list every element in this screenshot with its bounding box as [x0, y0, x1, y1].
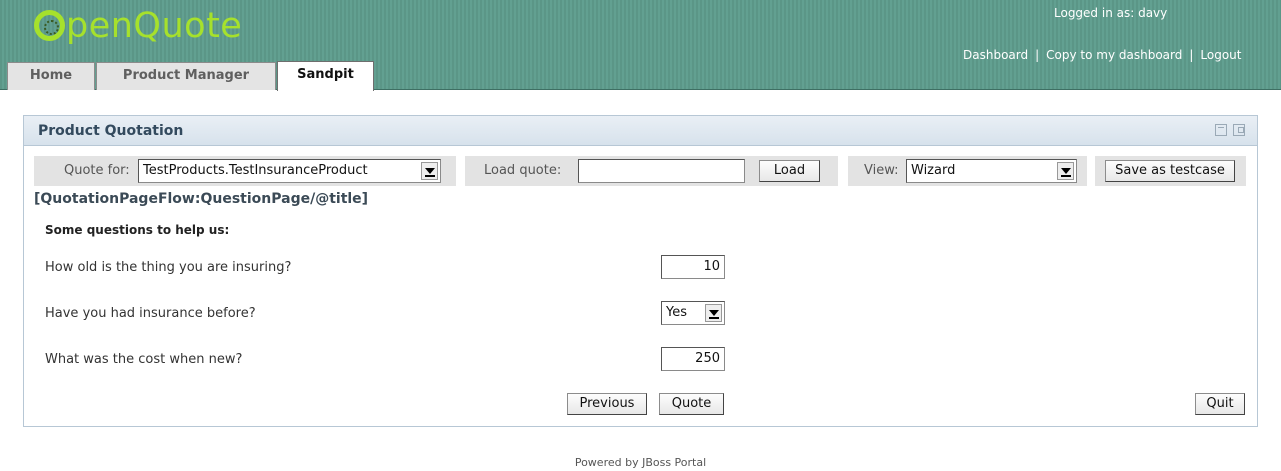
prior-insurance-select[interactable]: Yes: [661, 301, 725, 325]
logged-in-user: Logged in as: davy: [1054, 6, 1168, 20]
save-testcase-section: Save as testcase: [1095, 156, 1246, 186]
product-quotation-portlet: Product Quotation Quote for: TestProduct…: [23, 115, 1258, 427]
openquote-logo: penQuote: [34, 6, 242, 46]
view-select[interactable]: Wizard: [906, 159, 1077, 183]
portlet-title-bar: Product Quotation: [24, 116, 1257, 146]
link-separator: |: [1035, 48, 1040, 62]
previous-button[interactable]: Previous: [567, 393, 647, 415]
minimize-icon[interactable]: [1215, 124, 1227, 136]
cost-new-input[interactable]: 250: [661, 347, 725, 371]
portlet-title: Product Quotation: [38, 123, 184, 139]
tab-sandpit[interactable]: Sandpit: [277, 61, 374, 91]
logout-link[interactable]: Logout: [1200, 48, 1241, 62]
prior-insurance-value: Yes: [666, 305, 687, 320]
page-title: [QuotationPageFlow:QuestionPage/@title]: [34, 191, 369, 207]
header-links: Dashboard | Copy to my dashboard | Logout: [963, 48, 1242, 62]
age-input[interactable]: 10: [661, 255, 725, 279]
section-subheading: Some questions to help us:: [45, 223, 230, 237]
question-label-age: How old is the thing you are insuring?: [45, 260, 292, 275]
view-label: View:: [864, 163, 899, 178]
question-label-prior-insurance: Have you had insurance before?: [45, 306, 256, 321]
maximize-icon[interactable]: [1233, 124, 1245, 136]
logo-o-icon: [34, 10, 65, 41]
copy-to-dashboard-link[interactable]: Copy to my dashboard: [1046, 48, 1182, 62]
chevron-down-icon[interactable]: [1057, 162, 1074, 180]
tab-product-manager[interactable]: Product Manager: [96, 62, 276, 90]
load-quote-label: Load quote:: [484, 163, 562, 178]
chevron-down-icon[interactable]: [421, 162, 438, 180]
view-value: Wizard: [911, 163, 956, 178]
window-controls: [1215, 124, 1245, 136]
tab-home[interactable]: Home: [7, 62, 95, 90]
quote-button[interactable]: Quote: [659, 393, 724, 415]
view-section: View: Wizard: [848, 156, 1087, 186]
load-button[interactable]: Load: [759, 160, 820, 182]
top-header: penQuote Logged in as: davy Dashboard | Co…: [0, 0, 1281, 91]
load-quote-input[interactable]: [578, 159, 745, 183]
save-as-testcase-button[interactable]: Save as testcase: [1105, 160, 1235, 182]
load-quote-section: Load quote: Load: [465, 156, 838, 186]
question-label-cost-new: What was the cost when new?: [45, 352, 243, 367]
link-separator: |: [1189, 48, 1194, 62]
quote-for-label: Quote for:: [64, 163, 130, 178]
chevron-down-icon[interactable]: [705, 304, 722, 322]
quote-toolbar: Quote for: TestProducts.TestInsurancePro…: [34, 156, 1246, 186]
quote-for-section: Quote for: TestProducts.TestInsurancePro…: [34, 156, 456, 186]
footer-powered-by: Powered by JBoss Portal: [574, 456, 707, 469]
quote-for-select[interactable]: TestProducts.TestInsuranceProduct: [138, 159, 441, 183]
quote-for-value: TestProducts.TestInsuranceProduct: [143, 163, 368, 178]
dashboard-link[interactable]: Dashboard: [963, 48, 1028, 62]
quit-button[interactable]: Quit: [1195, 393, 1245, 415]
logo-text: penQuote: [66, 6, 243, 46]
